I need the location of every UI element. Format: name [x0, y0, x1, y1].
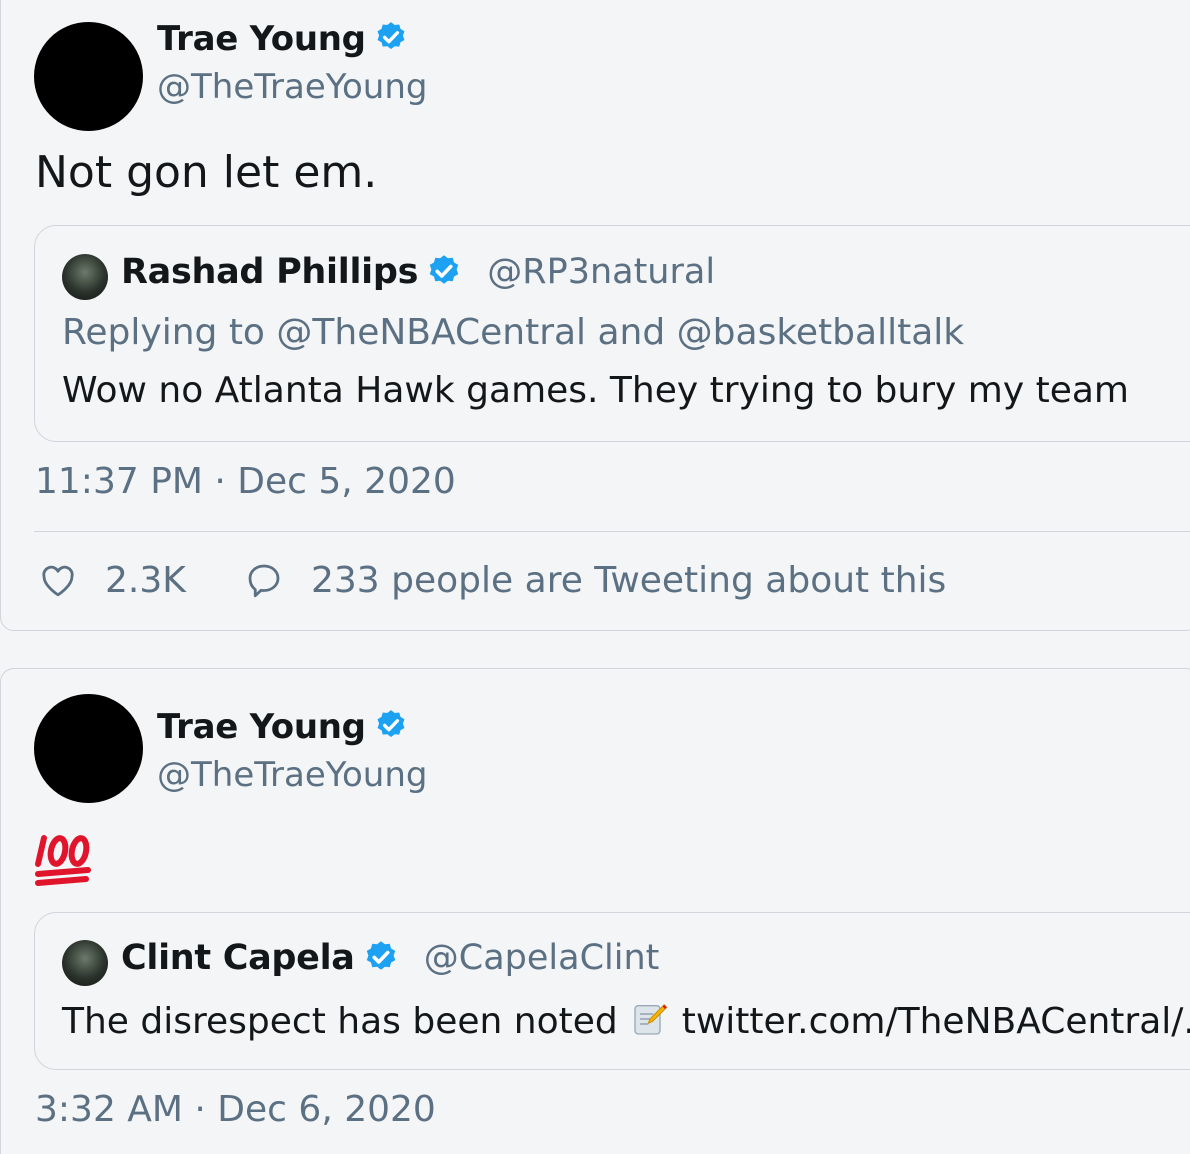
tweeting-about-link[interactable]: 233 people are Tweeting about this — [243, 559, 946, 601]
memo-icon — [634, 1004, 668, 1035]
hundred-points-icon — [35, 835, 91, 886]
author-handle[interactable]: @TheTraeYoung — [157, 755, 427, 795]
author-name[interactable]: Trae Young — [157, 19, 408, 59]
quoted-tweet[interactable]: Rashad Phillips @RP3natural Replying to … — [34, 225, 1190, 442]
quoted-author-handle[interactable]: @RP3natural — [487, 252, 715, 292]
avatar[interactable] — [34, 22, 143, 131]
tweet-card[interactable]: Trae Young @TheTraeYoung Not gon let em.… — [0, 0, 1190, 631]
avatar[interactable] — [34, 694, 143, 803]
comment-icon — [248, 564, 280, 598]
quoted-avatar[interactable] — [62, 940, 108, 986]
verified-badge-icon — [377, 710, 405, 738]
tweet-timestamp[interactable]: 3:32 AM · Dec 6, 2020 — [35, 1089, 436, 1130]
quoted-tweet[interactable]: Clint Capela @CapelaClint The disrespect… — [34, 912, 1190, 1070]
quoted-avatar[interactable] — [62, 254, 108, 300]
tweet-card[interactable]: Trae Young @TheTraeYoung Clint Capela @C… — [0, 668, 1190, 1154]
like-count: 2.3K — [105, 559, 186, 601]
author-name-text: Trae Young — [157, 19, 366, 59]
tweeting-about-text: 233 people are Tweeting about this — [311, 559, 947, 601]
replying-to[interactable]: Replying to @TheNBACentral and @basketba… — [62, 312, 964, 353]
author-name[interactable]: Trae Young — [157, 707, 408, 747]
quoted-text: The disrespect has been noted twitter.com… — [62, 999, 1190, 1042]
tweet-timestamp[interactable]: 11:37 PM · Dec 5, 2020 — [35, 461, 456, 502]
author-handle[interactable]: @TheTraeYoung — [157, 67, 427, 107]
verified-badge-icon — [377, 22, 405, 50]
quoted-text-body: The disrespect has been noted — [62, 1001, 618, 1042]
author-name-text: Trae Young — [157, 707, 366, 747]
verified-badge-icon — [366, 941, 395, 970]
quoted-author-name[interactable]: Clint Capela — [121, 938, 355, 978]
like-button[interactable]: 2.3K — [37, 559, 186, 601]
quoted-text: Wow no Atlanta Hawk games. They trying t… — [62, 370, 1129, 411]
tweet-text: Not gon let em. — [35, 147, 378, 198]
divider — [34, 531, 1190, 532]
quoted-author-name[interactable]: Rashad Phillips — [121, 252, 418, 292]
heart-icon — [42, 565, 74, 597]
quoted-author-handle[interactable]: @CapelaClint — [424, 938, 660, 978]
quoted-link[interactable]: twitter.com/TheNBACentral/... — [682, 1001, 1190, 1042]
verified-badge-icon — [429, 255, 459, 284]
